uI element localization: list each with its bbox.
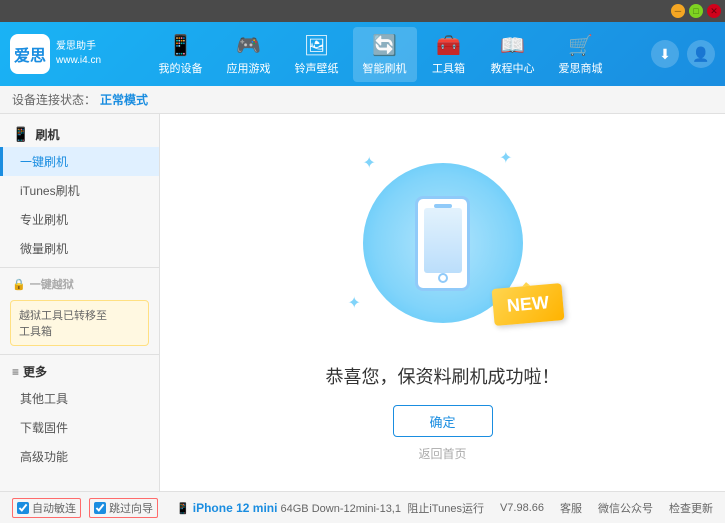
phone-body bbox=[415, 196, 470, 291]
logo-icon: 爱思 bbox=[10, 34, 50, 74]
logo-url: www.i4.cn bbox=[56, 54, 101, 68]
logo-text: 爱思助手 www.i4.cn bbox=[56, 40, 101, 68]
sidebar-item-pro[interactable]: 专业刷机 bbox=[0, 205, 159, 234]
auto-connect-label: 自动敏连 bbox=[32, 500, 76, 516]
close-button[interactable]: ✕ bbox=[707, 4, 721, 18]
device-icon: 📱 bbox=[176, 503, 190, 515]
logo-name: 爱思助手 bbox=[56, 40, 101, 54]
illustration: ✦ ✦ ✦ NEW bbox=[333, 143, 553, 343]
nav-items: 📱 我的设备 🎮 应用游戏 🖼 铃声壁纸 🔄 智能刷机 🧰 工具箱 📖 教程中心… bbox=[110, 27, 651, 82]
nav-wallpaper-label: 铃声壁纸 bbox=[295, 60, 339, 76]
footer-right: 阻止iTunes运行 V7.98.66 客服 微信公众号 检查更新 bbox=[407, 500, 713, 516]
footer: 自动敏连 跳过向导 📱 iPhone 12 mini 64GB Down-12m… bbox=[0, 491, 725, 523]
content-area: ✦ ✦ ✦ NEW 恭喜您，保资料刷机成功啦！ 确定 返回首页 bbox=[160, 114, 725, 491]
prevent-itunes-label: 阻止iTunes运行 bbox=[407, 500, 484, 516]
wechat-link[interactable]: 微信公众号 bbox=[598, 500, 653, 516]
user-button[interactable]: 👤 bbox=[687, 40, 715, 68]
device-name: iPhone 12 mini bbox=[193, 501, 278, 515]
nav-shop-label: 爱思商城 bbox=[559, 60, 603, 76]
sidebar-warning: 越狱工具已转移至工具箱 bbox=[10, 300, 149, 346]
sidebar-item-firmware[interactable]: 下载固件 bbox=[0, 413, 159, 442]
sidebar-item-advanced[interactable]: 高级功能 bbox=[0, 442, 159, 471]
skip-wizard-label: 跳过向导 bbox=[109, 500, 153, 516]
status-value: 正常模式 bbox=[100, 91, 148, 108]
nav-smartflash[interactable]: 🔄 智能刷机 bbox=[353, 27, 417, 82]
main-content: 📱 刷机 一键刷机 iTunes刷机 专业刷机 微量刷机 🔒 一键越狱 越狱工具… bbox=[0, 114, 725, 491]
flash-section-label: 刷机 bbox=[35, 126, 59, 143]
jailbreak-label: 一键越狱 bbox=[30, 276, 74, 292]
sidebar-item-micro[interactable]: 微量刷机 bbox=[0, 234, 159, 263]
device-system: Down-12mini-13,1 bbox=[312, 503, 401, 515]
smartflash-icon: 🔄 bbox=[372, 33, 397, 58]
sidebar: 📱 刷机 一键刷机 iTunes刷机 专业刷机 微量刷机 🔒 一键越狱 越狱工具… bbox=[0, 114, 160, 491]
minimize-button[interactable]: ─ bbox=[671, 4, 685, 18]
titlebar: ─ □ ✕ bbox=[0, 0, 725, 22]
back-link[interactable]: 返回首页 bbox=[418, 445, 466, 462]
nav-apps-label: 应用游戏 bbox=[227, 60, 271, 76]
sidebar-item-othertools[interactable]: 其他工具 bbox=[0, 384, 159, 413]
nav-apps[interactable]: 🎮 应用游戏 bbox=[217, 27, 281, 82]
top-navigation: 爱思 爱思助手 www.i4.cn 📱 我的设备 🎮 应用游戏 🖼 铃声壁纸 🔄… bbox=[0, 22, 725, 86]
flash-section-header: 📱 刷机 bbox=[0, 122, 159, 147]
nav-smartflash-label: 智能刷机 bbox=[363, 60, 407, 76]
warning-text: 越狱工具已转移至工具箱 bbox=[19, 310, 107, 338]
more-label: 更多 bbox=[23, 363, 47, 380]
jailbreak-section-header: 🔒 一键越狱 bbox=[0, 272, 159, 296]
confirm-button[interactable]: 确定 bbox=[393, 405, 493, 437]
wallpaper-icon: 🖼 bbox=[304, 33, 329, 58]
sidebar-divider-2 bbox=[0, 354, 159, 355]
device-storage: 64GB bbox=[281, 503, 309, 515]
phone-screen bbox=[424, 208, 462, 273]
logo-abbr: 爱思 bbox=[14, 42, 46, 66]
footer-left: 自动敏连 跳过向导 📱 iPhone 12 mini 64GB Down-12m… bbox=[12, 498, 407, 518]
mydevice-icon: 📱 bbox=[168, 33, 193, 58]
phone-speaker bbox=[434, 204, 452, 208]
maximize-button[interactable]: □ bbox=[689, 4, 703, 18]
nav-mydevice[interactable]: 📱 我的设备 bbox=[149, 27, 213, 82]
sidebar-divider-1 bbox=[0, 267, 159, 268]
sparkle-icon-2: ✦ bbox=[499, 148, 512, 168]
logo-area: 爱思 爱思助手 www.i4.cn bbox=[10, 34, 110, 74]
download-button[interactable]: ⬇ bbox=[651, 40, 679, 68]
nav-tutorial[interactable]: 📖 教程中心 bbox=[481, 27, 545, 82]
skip-wizard-checkbox-label[interactable]: 跳过向导 bbox=[89, 498, 158, 518]
status-label: 设备连接状态： bbox=[12, 91, 96, 108]
apps-icon: 🎮 bbox=[236, 33, 261, 58]
shop-icon: 🛒 bbox=[568, 33, 593, 58]
more-section-header: ≡ 更多 bbox=[0, 359, 159, 384]
sparkle-icon-3: ✦ bbox=[348, 293, 361, 313]
skip-wizard-checkbox[interactable] bbox=[94, 502, 106, 514]
auto-connect-checkbox[interactable] bbox=[17, 502, 29, 514]
auto-connect-checkbox-label[interactable]: 自动敏连 bbox=[12, 498, 81, 518]
sparkle-icon-1: ✦ bbox=[363, 153, 376, 173]
more-icon: ≡ bbox=[12, 365, 19, 379]
update-link[interactable]: 检查更新 bbox=[669, 500, 713, 516]
service-link[interactable]: 客服 bbox=[560, 500, 582, 516]
nav-tutorial-label: 教程中心 bbox=[491, 60, 535, 76]
toolbox-icon: 🧰 bbox=[436, 33, 461, 58]
sidebar-item-onekey[interactable]: 一键刷机 bbox=[0, 147, 159, 176]
flash-section-icon: 📱 bbox=[12, 126, 29, 143]
nav-toolbox-label: 工具箱 bbox=[432, 60, 465, 76]
tutorial-icon: 📖 bbox=[500, 33, 525, 58]
nav-toolbox[interactable]: 🧰 工具箱 bbox=[421, 27, 477, 82]
nav-right: ⬇ 👤 bbox=[651, 40, 715, 68]
version-label: V7.98.66 bbox=[500, 502, 544, 514]
success-message: 恭喜您，保资料刷机成功啦！ bbox=[326, 363, 560, 389]
status-bar: 设备连接状态： 正常模式 bbox=[0, 86, 725, 114]
nav-shop[interactable]: 🛒 爱思商城 bbox=[549, 27, 613, 82]
new-badge: NEW bbox=[491, 283, 564, 326]
sidebar-item-itunes[interactable]: iTunes刷机 bbox=[0, 176, 159, 205]
nav-mydevice-label: 我的设备 bbox=[159, 60, 203, 76]
device-info: 📱 iPhone 12 mini 64GB Down-12mini-13,1 bbox=[176, 501, 401, 515]
lock-icon: 🔒 bbox=[12, 278, 26, 291]
nav-wallpaper[interactable]: 🖼 铃声壁纸 bbox=[285, 27, 349, 82]
phone-home-button bbox=[438, 273, 448, 283]
